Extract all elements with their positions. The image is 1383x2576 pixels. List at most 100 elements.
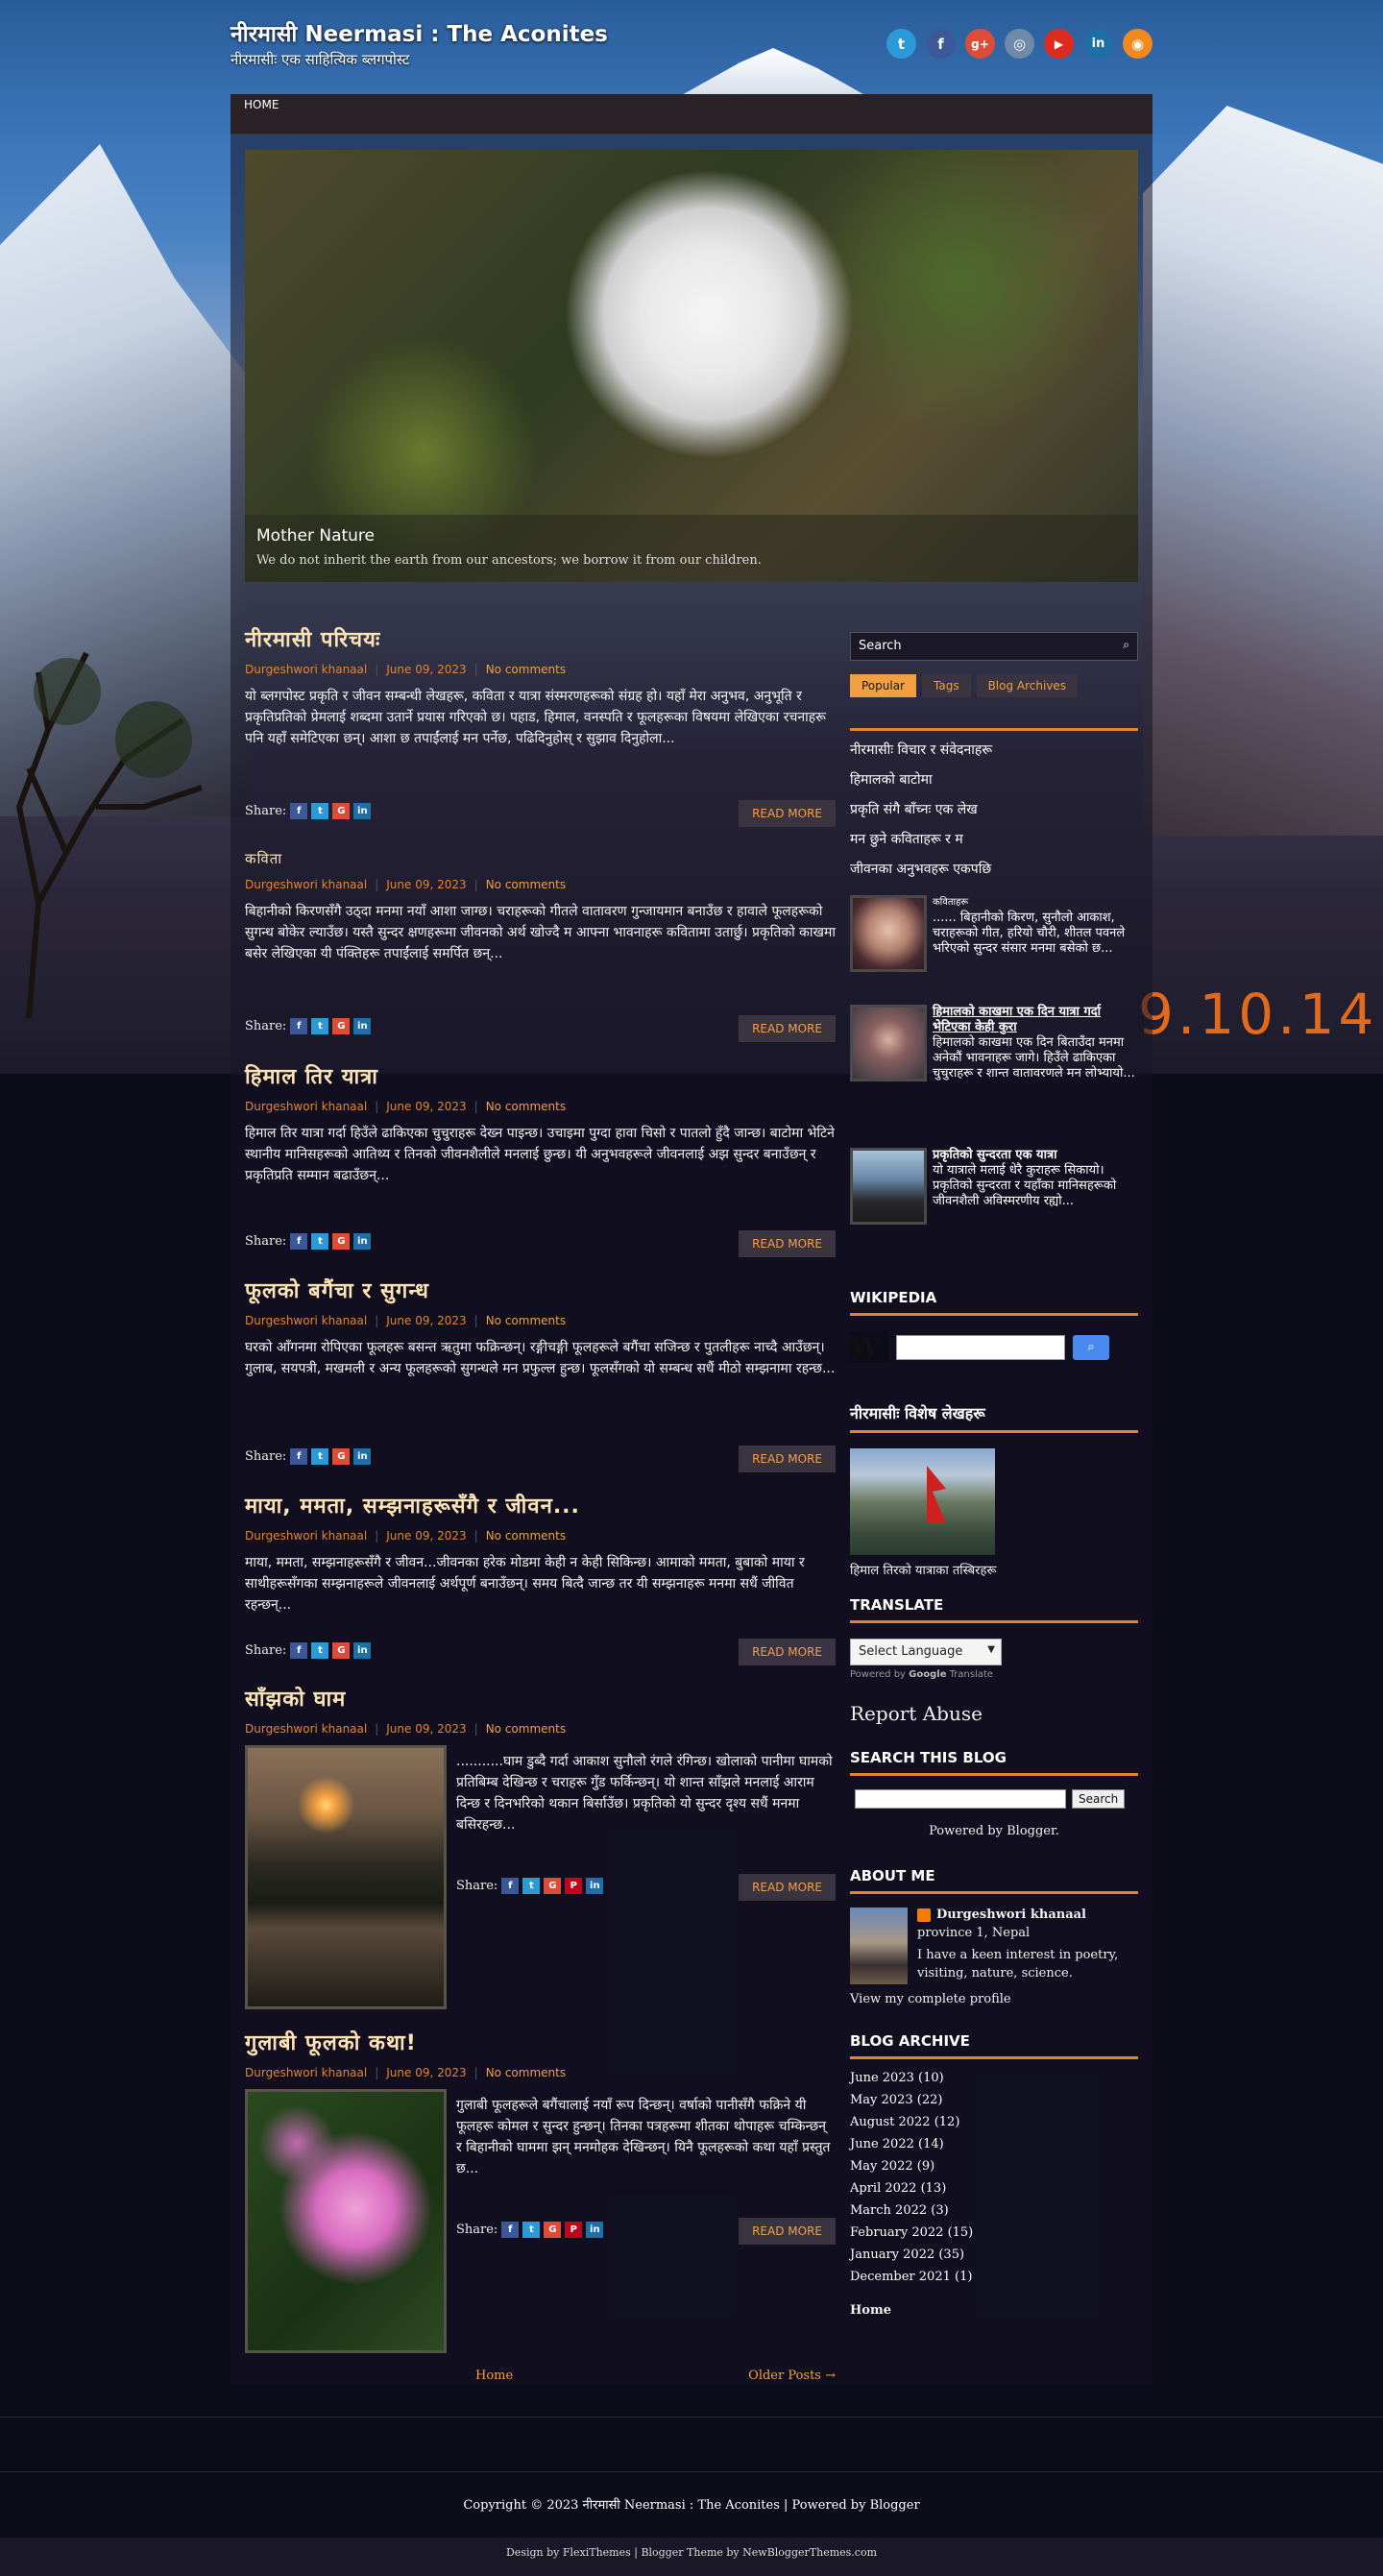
report-abuse-link[interactable]: Report Abuse bbox=[850, 1702, 1138, 1725]
read-more-button[interactable]: READ MORE bbox=[739, 1639, 836, 1665]
read-more-button[interactable]: READ MORE bbox=[739, 1230, 836, 1257]
post-thumbnail[interactable] bbox=[245, 2089, 447, 2353]
facebook-share-icon[interactable]: f bbox=[290, 1233, 308, 1250]
facebook-share-icon[interactable]: f bbox=[290, 1448, 308, 1465]
google-share-icon[interactable]: G bbox=[544, 1878, 562, 1894]
footer-credits[interactable]: Design by FlexiThemes | Blogger Theme by… bbox=[0, 2546, 1383, 2559]
twitter-share-icon[interactable]: t bbox=[311, 1233, 329, 1250]
google-share-icon[interactable]: G bbox=[332, 803, 351, 819]
popular-link[interactable]: हिमालको बाटोमा bbox=[850, 770, 1138, 789]
facebook-share-icon[interactable]: f bbox=[501, 2222, 520, 2238]
archive-link[interactable]: August 2022 (12) bbox=[850, 2115, 1138, 2129]
linkedin-icon[interactable]: in bbox=[1083, 29, 1113, 59]
popular-post[interactable]: कविताहरू ...... बिहानीको किरण, सुनौलो आक… bbox=[850, 895, 1138, 1001]
archive-link[interactable]: May 2023 (22) bbox=[850, 2093, 1138, 2107]
twitter-icon[interactable]: t bbox=[886, 29, 916, 59]
popular-post-image[interactable] bbox=[850, 1005, 927, 1081]
facebook-share-icon[interactable]: f bbox=[501, 1878, 520, 1894]
popular-post-image[interactable] bbox=[850, 1148, 927, 1225]
post-title[interactable]: नीरमासी परिचयः bbox=[245, 624, 836, 653]
featured-slider[interactable]: Mother Nature We do not inherit the eart… bbox=[245, 150, 1138, 582]
instagram-icon[interactable]: ◎ bbox=[1005, 29, 1034, 59]
rss-icon[interactable]: ◉ bbox=[1123, 29, 1152, 59]
tab-tags[interactable]: Tags bbox=[922, 674, 971, 697]
read-more-button[interactable]: READ MORE bbox=[739, 2218, 836, 2245]
popular-link[interactable]: जीवनका अनुभवहरू एकपछि bbox=[850, 860, 1138, 878]
archive-link[interactable]: May 2022 (9) bbox=[850, 2159, 1138, 2174]
google-share-icon[interactable]: G bbox=[332, 1018, 351, 1034]
facebook-share-icon[interactable]: f bbox=[290, 1018, 308, 1034]
archive-link[interactable]: March 2022 (3) bbox=[850, 2203, 1138, 2218]
archive-link[interactable]: December 2021 (1) bbox=[850, 2270, 1138, 2284]
sidebar-home-link[interactable]: Home bbox=[850, 2303, 1138, 2318]
google-plus-icon[interactable]: g+ bbox=[965, 29, 995, 59]
post-comments[interactable]: No comments bbox=[486, 663, 566, 676]
sidebar-search-input[interactable]: Search ⌕ bbox=[850, 632, 1138, 661]
blog-search-button[interactable]: Search bbox=[1072, 1789, 1126, 1809]
google-share-icon[interactable]: G bbox=[332, 1448, 351, 1465]
post-title[interactable]: गुलाबी फूलको कथा! bbox=[245, 2028, 836, 2056]
linkedin-share-icon[interactable]: in bbox=[353, 803, 372, 819]
facebook-share-icon[interactable]: f bbox=[290, 1642, 308, 1659]
popular-post-image[interactable] bbox=[850, 895, 927, 972]
archive-link[interactable]: June 2022 (14) bbox=[850, 2137, 1138, 2151]
tab-popular[interactable]: Popular bbox=[850, 674, 916, 697]
popular-post[interactable]: हिमालको काखमा एक दिन यात्रा गर्दा भेटिएक… bbox=[850, 1005, 1138, 1144]
nav-home[interactable]: HOME bbox=[230, 98, 292, 111]
post-thumbnail[interactable] bbox=[245, 1745, 447, 2009]
popular-link[interactable]: प्रकृति संगै बाँच्नः एक लेख bbox=[850, 800, 1138, 818]
post-author[interactable]: Durgeshwori khanaal bbox=[245, 663, 367, 676]
linkedin-share-icon[interactable]: in bbox=[353, 1018, 372, 1034]
facebook-icon[interactable]: f bbox=[926, 29, 956, 59]
read-more-button[interactable]: READ MORE bbox=[739, 800, 836, 827]
twitter-share-icon[interactable]: t bbox=[311, 1018, 329, 1034]
google-share-icon[interactable]: G bbox=[544, 2222, 562, 2238]
post-title[interactable]: कविता bbox=[245, 849, 836, 868]
archive-link[interactable]: June 2023 (10) bbox=[850, 2071, 1138, 2085]
linkedin-share-icon[interactable]: in bbox=[586, 2222, 604, 2238]
twitter-share-icon[interactable]: t bbox=[311, 1642, 329, 1659]
twitter-share-icon[interactable]: t bbox=[311, 1448, 329, 1465]
view-profile-link[interactable]: View my complete profile bbox=[850, 1992, 1011, 2006]
post-title[interactable]: हिमाल तिर यात्रा bbox=[245, 1061, 836, 1090]
pinterest-share-icon[interactable]: P bbox=[565, 2222, 583, 2238]
read-more-button[interactable]: READ MORE bbox=[739, 1446, 836, 1472]
linkedin-share-icon[interactable]: in bbox=[586, 1878, 604, 1894]
twitter-share-icon[interactable]: t bbox=[522, 1878, 541, 1894]
pager-home-link[interactable]: Home bbox=[475, 2369, 513, 2383]
search-icon[interactable]: ⌕ bbox=[1123, 638, 1129, 652]
facebook-share-icon[interactable]: f bbox=[290, 803, 308, 819]
pinterest-share-icon[interactable]: P bbox=[565, 1878, 583, 1894]
older-posts-link[interactable]: Older Posts → bbox=[748, 2369, 836, 2383]
google-share-icon[interactable]: G bbox=[332, 1642, 351, 1659]
post-title[interactable]: माया, ममता, सम्झनाहरूसँगै र जीवन... bbox=[245, 1491, 836, 1519]
twitter-share-icon[interactable]: t bbox=[311, 803, 329, 819]
featured-caption[interactable]: हिमाल तिरको यात्राका तस्बिरहरू bbox=[850, 1561, 1138, 1578]
wikipedia-search-button[interactable]: ⌕ bbox=[1073, 1334, 1109, 1360]
linkedin-share-icon[interactable]: in bbox=[353, 1448, 372, 1465]
archive-link[interactable]: February 2022 (15) bbox=[850, 2225, 1138, 2240]
linkedin-share-icon[interactable]: in bbox=[353, 1642, 372, 1659]
read-more-button[interactable]: READ MORE bbox=[739, 1015, 836, 1042]
avatar[interactable] bbox=[850, 1908, 908, 1984]
post-title[interactable]: फूलको बगैंचा र सुगन्ध bbox=[245, 1276, 836, 1304]
popular-link[interactable]: नीरमासीः विचार र संवेदनाहरू bbox=[850, 741, 1138, 759]
popular-link[interactable]: मन छुने कविताहरू र म bbox=[850, 830, 1138, 848]
archive-link[interactable]: April 2022 (13) bbox=[850, 2181, 1138, 2196]
linkedin-share-icon[interactable]: in bbox=[353, 1233, 372, 1250]
youtube-icon[interactable]: ▶ bbox=[1044, 29, 1074, 59]
read-more-button[interactable]: READ MORE bbox=[739, 1874, 836, 1901]
about-name[interactable]: Durgeshwori khanaal bbox=[936, 1908, 1086, 1922]
featured-image[interactable] bbox=[850, 1448, 995, 1555]
wikipedia-search-input[interactable] bbox=[896, 1334, 1065, 1360]
blog-search-input[interactable] bbox=[855, 1789, 1066, 1809]
archive-link[interactable]: January 2022 (35) bbox=[850, 2248, 1138, 2262]
language-select[interactable]: Select Language ▼ bbox=[850, 1639, 1002, 1665]
post-title[interactable]: साँझको घाम bbox=[245, 1684, 836, 1713]
post-date[interactable]: June 09, 2023 bbox=[386, 663, 466, 676]
twitter-share-icon[interactable]: t bbox=[522, 2222, 541, 2238]
tab-blog-archives[interactable]: Blog Archives bbox=[976, 674, 1079, 697]
powered-by-blogger[interactable]: Powered by Blogger. bbox=[850, 1824, 1138, 1838]
popular-post[interactable]: प्रकृतिको सुन्दरता एक यात्रा यो यात्राले… bbox=[850, 1148, 1138, 1263]
google-share-icon[interactable]: G bbox=[332, 1233, 351, 1250]
